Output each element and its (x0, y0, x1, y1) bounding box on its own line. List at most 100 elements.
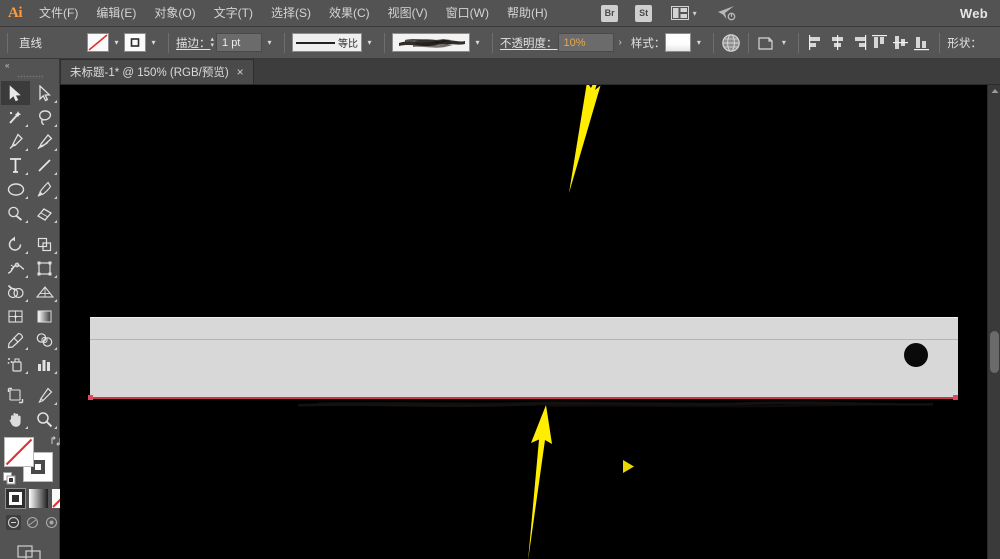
menu-file[interactable]: 文件(F) (30, 0, 87, 27)
scroll-up-arrow-icon[interactable] (988, 85, 1000, 97)
slice-tool[interactable] (30, 383, 59, 407)
mesh-tool[interactable] (1, 304, 30, 328)
perspective-grid-tool[interactable] (30, 280, 59, 304)
graphic-style-dropdown-arrow[interactable]: ▾ (691, 33, 706, 52)
width-tool[interactable] (1, 256, 30, 280)
align-center-v-button[interactable] (892, 34, 909, 51)
arrange-documents-icon (670, 6, 689, 20)
stroke-profile-dropdown-arrow[interactable]: ▾ (362, 33, 377, 52)
selection-tool[interactable] (1, 81, 30, 105)
gradient-button[interactable] (29, 489, 48, 508)
align-right-button[interactable] (850, 34, 867, 51)
recolor-artwork-button[interactable] (721, 33, 741, 53)
screen-mode-row (0, 530, 59, 559)
shape-builder-tool[interactable] (1, 280, 30, 304)
stroke-dropdown-arrow[interactable]: ▾ (146, 33, 161, 52)
bridge-button[interactable]: Br (599, 4, 621, 22)
menu-select[interactable]: 选择(S) (262, 0, 320, 27)
anchor-point-right[interactable] (953, 395, 958, 400)
curvature-tool[interactable] (30, 129, 59, 153)
stroke-weight-stepper[interactable]: ▴ ▾ (211, 36, 215, 49)
close-icon[interactable]: × (237, 66, 244, 78)
color-button[interactable] (5, 488, 26, 509)
transform-dropdown-arrow[interactable]: ▾ (776, 33, 791, 52)
paintbrush-tool[interactable] (30, 177, 59, 201)
gradient-tool[interactable] (30, 304, 59, 328)
control-bar-grip[interactable] (7, 32, 8, 53)
tool-group-gap-3 (1, 376, 30, 383)
transform-button[interactable] (756, 34, 776, 52)
tools-grid (0, 81, 59, 431)
scrollbar-thumb[interactable] (990, 331, 999, 373)
stroke-weight-dropdown-arrow[interactable]: ▾ (262, 33, 277, 52)
arrange-documents-button[interactable]: ▾ (667, 5, 701, 22)
stock-button[interactable]: St (633, 4, 655, 22)
blend-tool[interactable] (30, 328, 59, 352)
stroke-profile-preview-icon (296, 41, 336, 44)
menu-object[interactable]: 对象(O) (145, 0, 204, 27)
artboard-divider-line (90, 339, 958, 340)
app-logo-icon: Ai (8, 4, 23, 21)
opacity-options-button[interactable]: › (614, 37, 627, 48)
change-screen-mode-button[interactable] (16, 544, 43, 559)
pen-tool[interactable] (1, 129, 30, 153)
lasso-tool[interactable] (30, 105, 59, 129)
menu-help[interactable]: 帮助(H) (498, 0, 557, 27)
align-center-h-button[interactable] (829, 34, 846, 51)
type-tool[interactable] (1, 153, 30, 177)
vertical-scrollbar[interactable] (987, 85, 1000, 559)
default-fill-stroke-icon[interactable] (3, 472, 16, 485)
artboard-rectangle[interactable] (90, 317, 958, 399)
fill-color-box[interactable] (4, 437, 34, 467)
anchor-point-left[interactable] (88, 395, 93, 400)
share-button[interactable] (713, 5, 741, 22)
stroke-weight-input[interactable]: 1 pt (216, 33, 263, 52)
hand-tool[interactable] (1, 407, 30, 431)
eyedropper-tool[interactable] (1, 328, 30, 352)
collapse-toolbar-button[interactable]: « (0, 59, 59, 72)
menu-type[interactable]: 文字(T) (205, 0, 262, 27)
menu-view[interactable]: 视图(V) (379, 0, 437, 27)
stroke-color-swatch[interactable] (124, 33, 146, 52)
symbol-sprayer-tool[interactable] (1, 352, 30, 376)
draw-behind-button[interactable] (25, 515, 40, 530)
column-graph-tool[interactable] (30, 352, 59, 376)
opacity-input[interactable]: 10% (557, 33, 614, 52)
align-left-button[interactable] (808, 34, 825, 51)
shaper-tool[interactable] (1, 201, 30, 225)
align-bottom-button[interactable] (913, 34, 930, 51)
brush-definition-dropdown-arrow[interactable]: ▾ (470, 33, 485, 52)
menu-effect[interactable]: 效果(C) (320, 0, 379, 27)
document-tab[interactable]: 未标题-1* @ 150% (RGB/预览) × (60, 59, 254, 84)
ellipse-tool[interactable] (1, 177, 30, 201)
menu-window[interactable]: 窗口(W) (437, 0, 498, 27)
scale-tool[interactable] (30, 232, 59, 256)
workspace-label[interactable]: Web (960, 6, 1000, 21)
stroke-weight-label[interactable]: 描边： (176, 35, 211, 51)
magic-wand-tool[interactable] (1, 105, 30, 129)
free-transform-tool[interactable] (30, 256, 59, 280)
canvas[interactable] (60, 85, 1000, 559)
direct-selection-tool[interactable] (30, 81, 59, 105)
stroke-profile-swatch[interactable]: 等比 (292, 33, 363, 52)
selected-line-path[interactable] (90, 397, 958, 399)
fill-none-slash-icon (5, 438, 33, 466)
align-top-button[interactable] (871, 34, 888, 51)
black-circle-shape[interactable] (904, 343, 928, 367)
artboard-tool[interactable] (1, 383, 30, 407)
chevron-down-icon: ▾ (692, 8, 697, 18)
fill-dropdown-arrow[interactable]: ▾ (109, 33, 124, 52)
rotate-tool[interactable] (1, 232, 30, 256)
line-segment-tool[interactable] (30, 153, 59, 177)
opacity-label[interactable]: 不透明度： (500, 35, 558, 51)
tool-group-gap-4 (30, 376, 59, 383)
brush-definition-swatch[interactable] (392, 33, 471, 52)
zoom-tool[interactable] (30, 407, 59, 431)
graphic-style-swatch[interactable] (665, 33, 692, 52)
draw-normal-button[interactable] (6, 515, 21, 530)
menu-edit[interactable]: 编辑(E) (87, 0, 145, 27)
draw-inside-button[interactable] (44, 515, 59, 530)
eraser-tool[interactable] (30, 201, 59, 225)
fill-swatch[interactable] (87, 33, 109, 52)
toolbar-drag-grip[interactable] (0, 72, 59, 81)
